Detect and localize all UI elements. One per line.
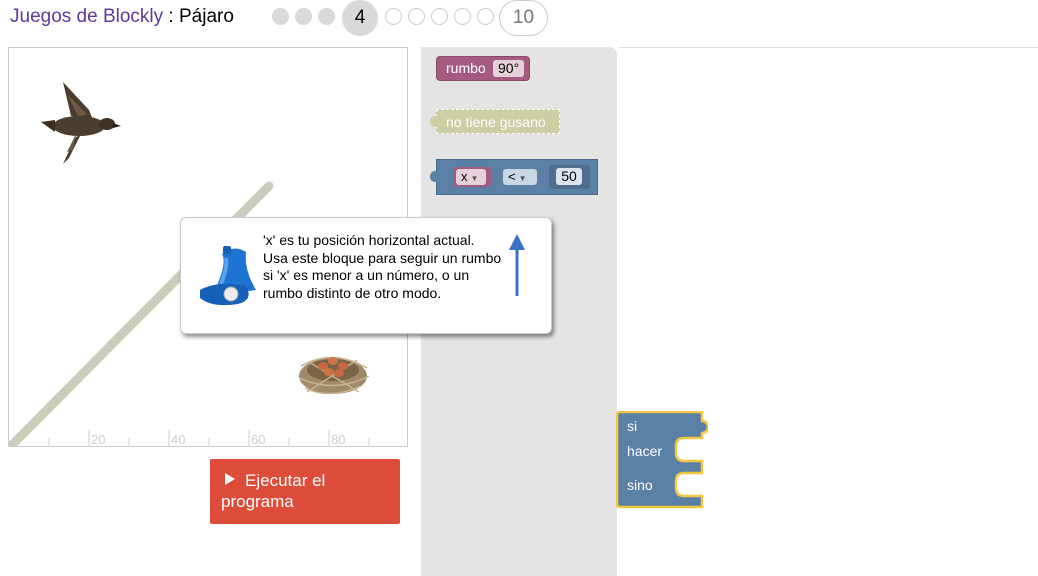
hint-tooltip: 'x' es tu posición horizontal actual. Us… xyxy=(180,217,552,334)
dropdown-arrow-icon: ▼ xyxy=(470,174,479,183)
axis-tick-label: 20 xyxy=(91,432,105,447)
bell-icon xyxy=(200,246,256,306)
variable-value: x xyxy=(461,169,468,184)
page-title: Juegos de Blockly : Pájaro xyxy=(10,6,234,28)
heading-block[interactable]: rumbo 90° xyxy=(436,56,530,81)
compare-block[interactable]: x ▼ < ▼ 50 xyxy=(430,159,598,195)
workspace-divider xyxy=(619,47,1038,48)
axis-tick-label: 40 xyxy=(171,432,185,447)
arrow-up-icon xyxy=(509,234,525,296)
number-block[interactable]: 50 xyxy=(549,165,590,189)
operator-value: < xyxy=(508,169,516,184)
run-program-button[interactable]: Ejecutar el programa xyxy=(210,459,400,524)
title-separator: : xyxy=(163,6,179,27)
block-output-tab xyxy=(430,116,438,127)
run-program-label: Ejecutar el programa xyxy=(221,471,326,511)
axis-tick-label: 80 xyxy=(331,432,345,447)
level-6-link[interactable] xyxy=(408,8,425,25)
header: Juegos de Blockly : Pájaro 4 10 xyxy=(0,0,1038,36)
level-1-link[interactable] xyxy=(272,8,289,25)
heading-block-label: rumbo xyxy=(446,60,486,76)
dropdown-arrow-icon: ▼ xyxy=(518,174,527,183)
if-label: si xyxy=(627,418,638,434)
bird-sprite xyxy=(41,82,121,164)
variable-dropdown[interactable]: x ▼ xyxy=(456,169,486,185)
level-10-link[interactable]: 10 xyxy=(499,0,548,36)
axis-tick-label: 60 xyxy=(251,432,265,447)
else-label: sino xyxy=(627,477,653,493)
current-level-indicator[interactable]: 4 xyxy=(342,0,378,36)
play-icon xyxy=(225,473,235,485)
level-7-link[interactable] xyxy=(431,8,448,25)
app-title-link[interactable]: Juegos de Blockly xyxy=(10,6,163,27)
tooltip-text: 'x' es tu posición horizontal actual. Us… xyxy=(263,232,502,301)
level-3-link[interactable] xyxy=(318,8,335,25)
do-label: hacer xyxy=(627,443,663,459)
if-else-block[interactable]: si hacer sino xyxy=(616,411,708,509)
block-output-tab xyxy=(430,171,438,182)
operator-dropdown[interactable]: < ▼ xyxy=(503,169,537,185)
level-2-link[interactable] xyxy=(295,8,312,25)
nest-sprite xyxy=(298,356,370,395)
no-worm-block[interactable]: no tiene gusano xyxy=(430,109,560,134)
level-8-link[interactable] xyxy=(454,8,471,25)
number-field[interactable]: 50 xyxy=(556,168,582,185)
game-title: Pájaro xyxy=(179,6,234,27)
no-worm-block-label: no tiene gusano xyxy=(446,114,546,130)
level-5-link[interactable] xyxy=(385,8,402,25)
variable-x-block[interactable]: x ▼ xyxy=(453,167,491,187)
heading-angle-field[interactable]: 90° xyxy=(493,60,525,77)
level-9-link[interactable] xyxy=(477,8,494,25)
